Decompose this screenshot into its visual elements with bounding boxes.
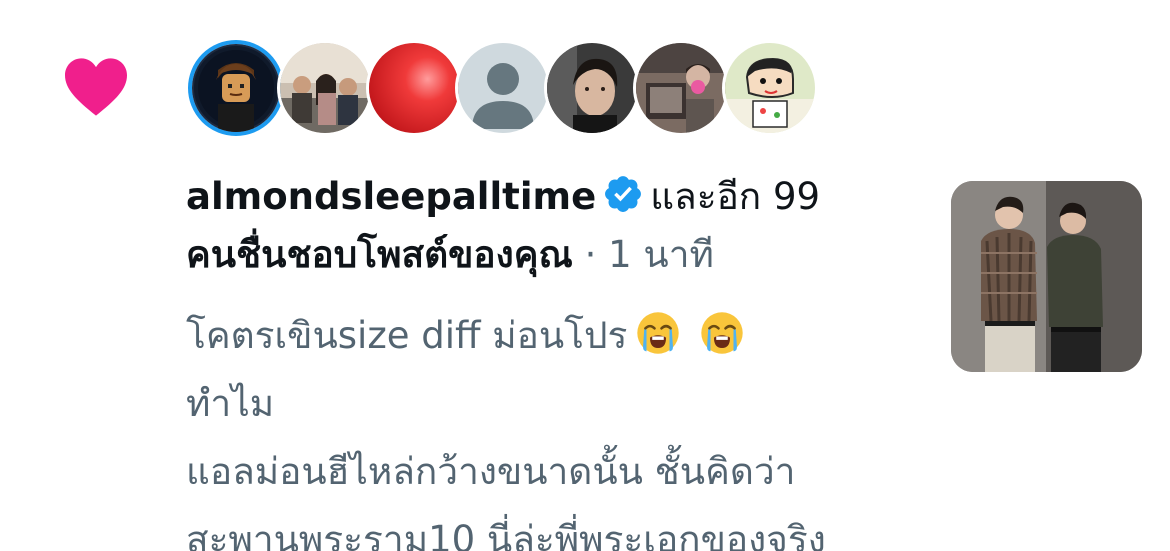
post-text: โคตรเขินsize diff ม่อนโปร ทำไม แอลม่อนฮี… [186, 302, 926, 551]
avatar-2[interactable] [277, 40, 373, 136]
avatar-4[interactable] [455, 40, 551, 136]
lego-figure-avatar [192, 44, 280, 132]
loudly-crying-face-icon [637, 312, 680, 354]
post-line-text: โคตรเขินsize diff ม่อนโปร [186, 314, 628, 357]
post-line-4: สะพานพระราม10 นี่ล่ะพี่พระเอกของจริง [186, 518, 826, 551]
notification-line-1: almondsleepalltime และอีก 99 [186, 168, 906, 226]
photo-avatar [636, 43, 726, 133]
default-profile-avatar [458, 43, 548, 133]
portrait-avatar [547, 43, 637, 133]
and-others-text: และอีก 99 [650, 175, 821, 218]
avatar-1[interactable] [188, 40, 284, 136]
notification-item[interactable]: almondsleepalltime และอีก 99 คนชื่นชอบโพ… [0, 0, 1170, 551]
verified-badge-icon [605, 176, 642, 212]
post-line-3: แอลม่อนฮีไหล่กว้างขนาดนั้น ชั้นคิดว่า [186, 450, 796, 493]
post-photo [951, 181, 1142, 372]
avatar-7[interactable] [722, 40, 818, 136]
loudly-crying-face-icon [701, 312, 744, 354]
notification-text: almondsleepalltime และอีก 99 คนชื่นชอบโพ… [186, 168, 906, 284]
heart-icon [65, 58, 127, 116]
post-line-2: ทำไม [186, 382, 275, 425]
notification-line-2: คนชื่นชอบโพสต์ของคุณ · 1 นาที [186, 226, 906, 284]
post-line-1: โคตรเขินsize diff ม่อนโปร [186, 302, 926, 370]
cartoon-avatar [725, 43, 815, 133]
avatar-3[interactable] [366, 40, 462, 136]
timestamp: 1 นาที [608, 233, 714, 276]
red-sphere-avatar [369, 43, 459, 133]
action-text: คนชื่นชอบโพสต์ของคุณ [186, 233, 573, 276]
group-photo-avatar [280, 43, 370, 133]
post-photo-thumbnail[interactable] [951, 181, 1142, 372]
avatar-5[interactable] [544, 40, 640, 136]
avatar-6[interactable] [633, 40, 729, 136]
username-link[interactable]: almondsleepalltime [186, 175, 596, 218]
separator-dot: · [572, 233, 609, 276]
